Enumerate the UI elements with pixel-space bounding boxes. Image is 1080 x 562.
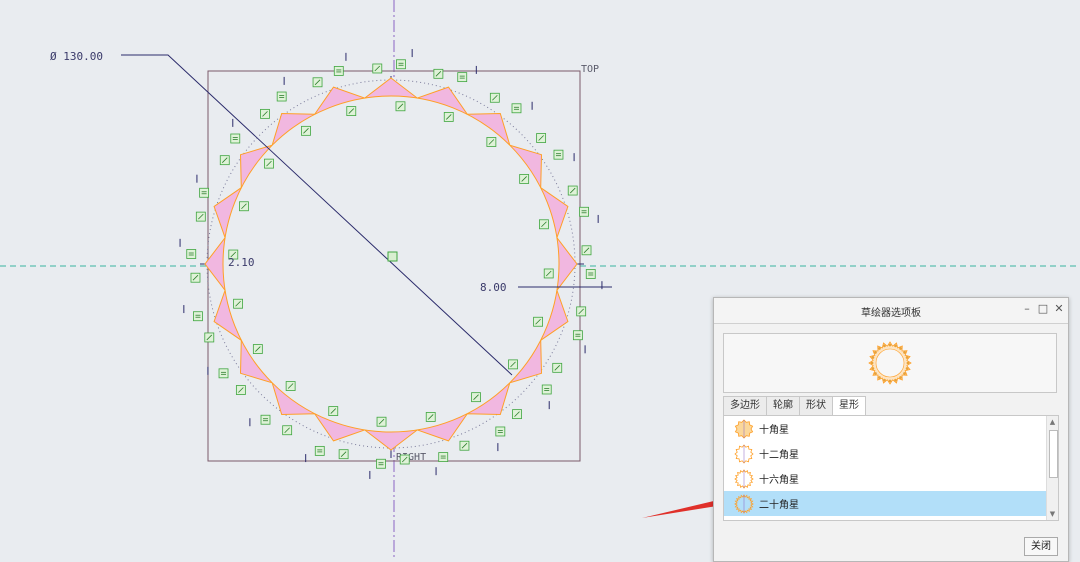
list-scrollbar[interactable]: ▲ ▼ (1046, 416, 1058, 520)
point-on-entity-icon (233, 298, 243, 309)
point-on-entity-icon (581, 245, 592, 256)
equal-constraint-icon (314, 445, 325, 456)
equal-constraint-icon (457, 72, 468, 83)
point-on-entity-icon (252, 344, 263, 354)
star-preview-icon (868, 341, 912, 385)
scroll-down-icon[interactable]: ▼ (1047, 508, 1058, 520)
sketcher-palette-dialog[interactable]: 草绘器选项板 – □ ✕ 多边形 轮廓 形状 星形 十角星 十二角星 十六角星 … (713, 297, 1069, 562)
dim-2-label[interactable]: 2.10 (228, 256, 255, 269)
point-on-entity-icon (536, 133, 547, 143)
star-12-icon (734, 443, 754, 464)
point-on-entity-icon (508, 359, 518, 370)
star-20-icon (734, 493, 754, 514)
point-on-entity-icon (539, 219, 549, 230)
inner-circle[interactable] (222, 95, 560, 433)
list-item-20-star[interactable]: 二十角星 (724, 491, 1046, 516)
scroll-thumb[interactable] (1049, 430, 1058, 478)
equal-constraint-icon (199, 187, 210, 198)
tab-polygon[interactable]: 多边形 (723, 396, 767, 415)
point-on-entity-icon (282, 425, 293, 436)
point-on-entity-icon (285, 381, 296, 391)
diameter-dimension-label[interactable]: Ø 130.00 (50, 50, 103, 63)
equal-constraint-icon (230, 133, 241, 144)
scroll-up-icon[interactable]: ▲ (1047, 416, 1058, 428)
dim-8-label[interactable]: 8.00 (480, 281, 507, 294)
point-on-entity-icon (239, 201, 249, 212)
point-on-entity-icon (399, 454, 410, 465)
equal-constraint-icon (333, 66, 344, 76)
list-item-12-star[interactable]: 十二角星 (724, 441, 1046, 466)
point-on-entity-icon (395, 101, 406, 112)
equal-constraint-icon (541, 384, 552, 395)
point-on-entity-icon (425, 412, 436, 422)
list-item-10-star[interactable]: 十角星 (724, 416, 1046, 441)
equal-constraint-icon (186, 249, 197, 259)
palette-titlebar[interactable]: 草绘器选项板 – □ ✕ (714, 298, 1068, 324)
point-on-entity-icon (264, 158, 274, 169)
point-on-entity-icon (512, 409, 522, 420)
shape-preview (723, 333, 1057, 393)
point-on-entity-icon (195, 211, 206, 222)
tab-profile[interactable]: 轮廓 (766, 396, 800, 415)
maximize-icon[interactable]: □ (1036, 302, 1050, 316)
equal-constraint-icon (579, 206, 589, 217)
equal-constraint-icon (396, 59, 406, 70)
equal-constraint-icon (495, 426, 506, 437)
point-on-entity-icon (376, 416, 387, 427)
equal-constraint-icon (376, 458, 386, 469)
point-on-entity-icon (235, 385, 246, 395)
point-on-entity-icon (372, 63, 383, 74)
star-10-icon (734, 418, 754, 439)
point-on-entity-icon (443, 112, 454, 122)
tab-shape[interactable]: 形状 (799, 396, 833, 415)
point-on-entity-icon (433, 68, 444, 79)
point-on-entity-icon (328, 406, 339, 416)
equal-constraint-icon (218, 368, 229, 379)
palette-title: 草绘器选项板 (861, 308, 921, 319)
close-button[interactable]: 关闭 (1024, 537, 1058, 556)
point-on-entity-icon (552, 362, 563, 373)
equal-constraint-icon (585, 269, 596, 279)
list-item-label: 十二角星 (759, 450, 799, 461)
equal-constraint-icon (553, 149, 564, 160)
equal-constraint-icon (193, 311, 203, 322)
point-on-entity-icon (260, 108, 270, 119)
palette-tabs: 多边形 轮廓 形状 星形 (723, 396, 866, 416)
point-on-entity-icon (204, 332, 215, 343)
center-constraint-icon (387, 251, 398, 262)
point-on-entity-icon (459, 440, 470, 451)
point-on-entity-icon (338, 449, 349, 460)
point-on-entity-icon (486, 137, 497, 147)
equal-constraint-icon (438, 452, 449, 462)
list-item-label: 十角星 (759, 425, 789, 436)
top-label: TOP (581, 64, 599, 75)
point-on-entity-icon (567, 185, 578, 196)
list-item-label: 二十角星 (759, 500, 799, 511)
point-on-entity-icon (576, 306, 587, 317)
point-on-entity-icon (543, 268, 554, 279)
equal-constraint-icon (572, 330, 583, 341)
point-on-entity-icon (190, 272, 201, 283)
equal-constraint-icon (511, 103, 522, 114)
point-on-entity-icon (346, 106, 357, 116)
point-on-entity-icon (312, 77, 323, 88)
close-icon[interactable]: ✕ (1052, 302, 1066, 316)
tab-star[interactable]: 星形 (832, 396, 866, 416)
equal-constraint-icon (260, 414, 271, 425)
point-on-entity-icon (301, 125, 311, 136)
point-on-entity-icon (219, 155, 230, 166)
point-on-entity-icon (489, 92, 500, 103)
point-on-entity-icon (519, 174, 530, 184)
point-on-entity-icon (471, 392, 481, 403)
shape-list[interactable]: 十角星 十二角星 十六角星 二十角星 ▲ ▼ (723, 415, 1059, 521)
list-item-label: 十六角星 (759, 475, 799, 486)
star-16-icon (734, 468, 754, 489)
list-item-16-star[interactable]: 十六角星 (724, 466, 1046, 491)
equal-constraint-icon (276, 91, 287, 102)
point-on-entity-icon (533, 316, 543, 327)
minimize-icon[interactable]: – (1020, 302, 1034, 316)
